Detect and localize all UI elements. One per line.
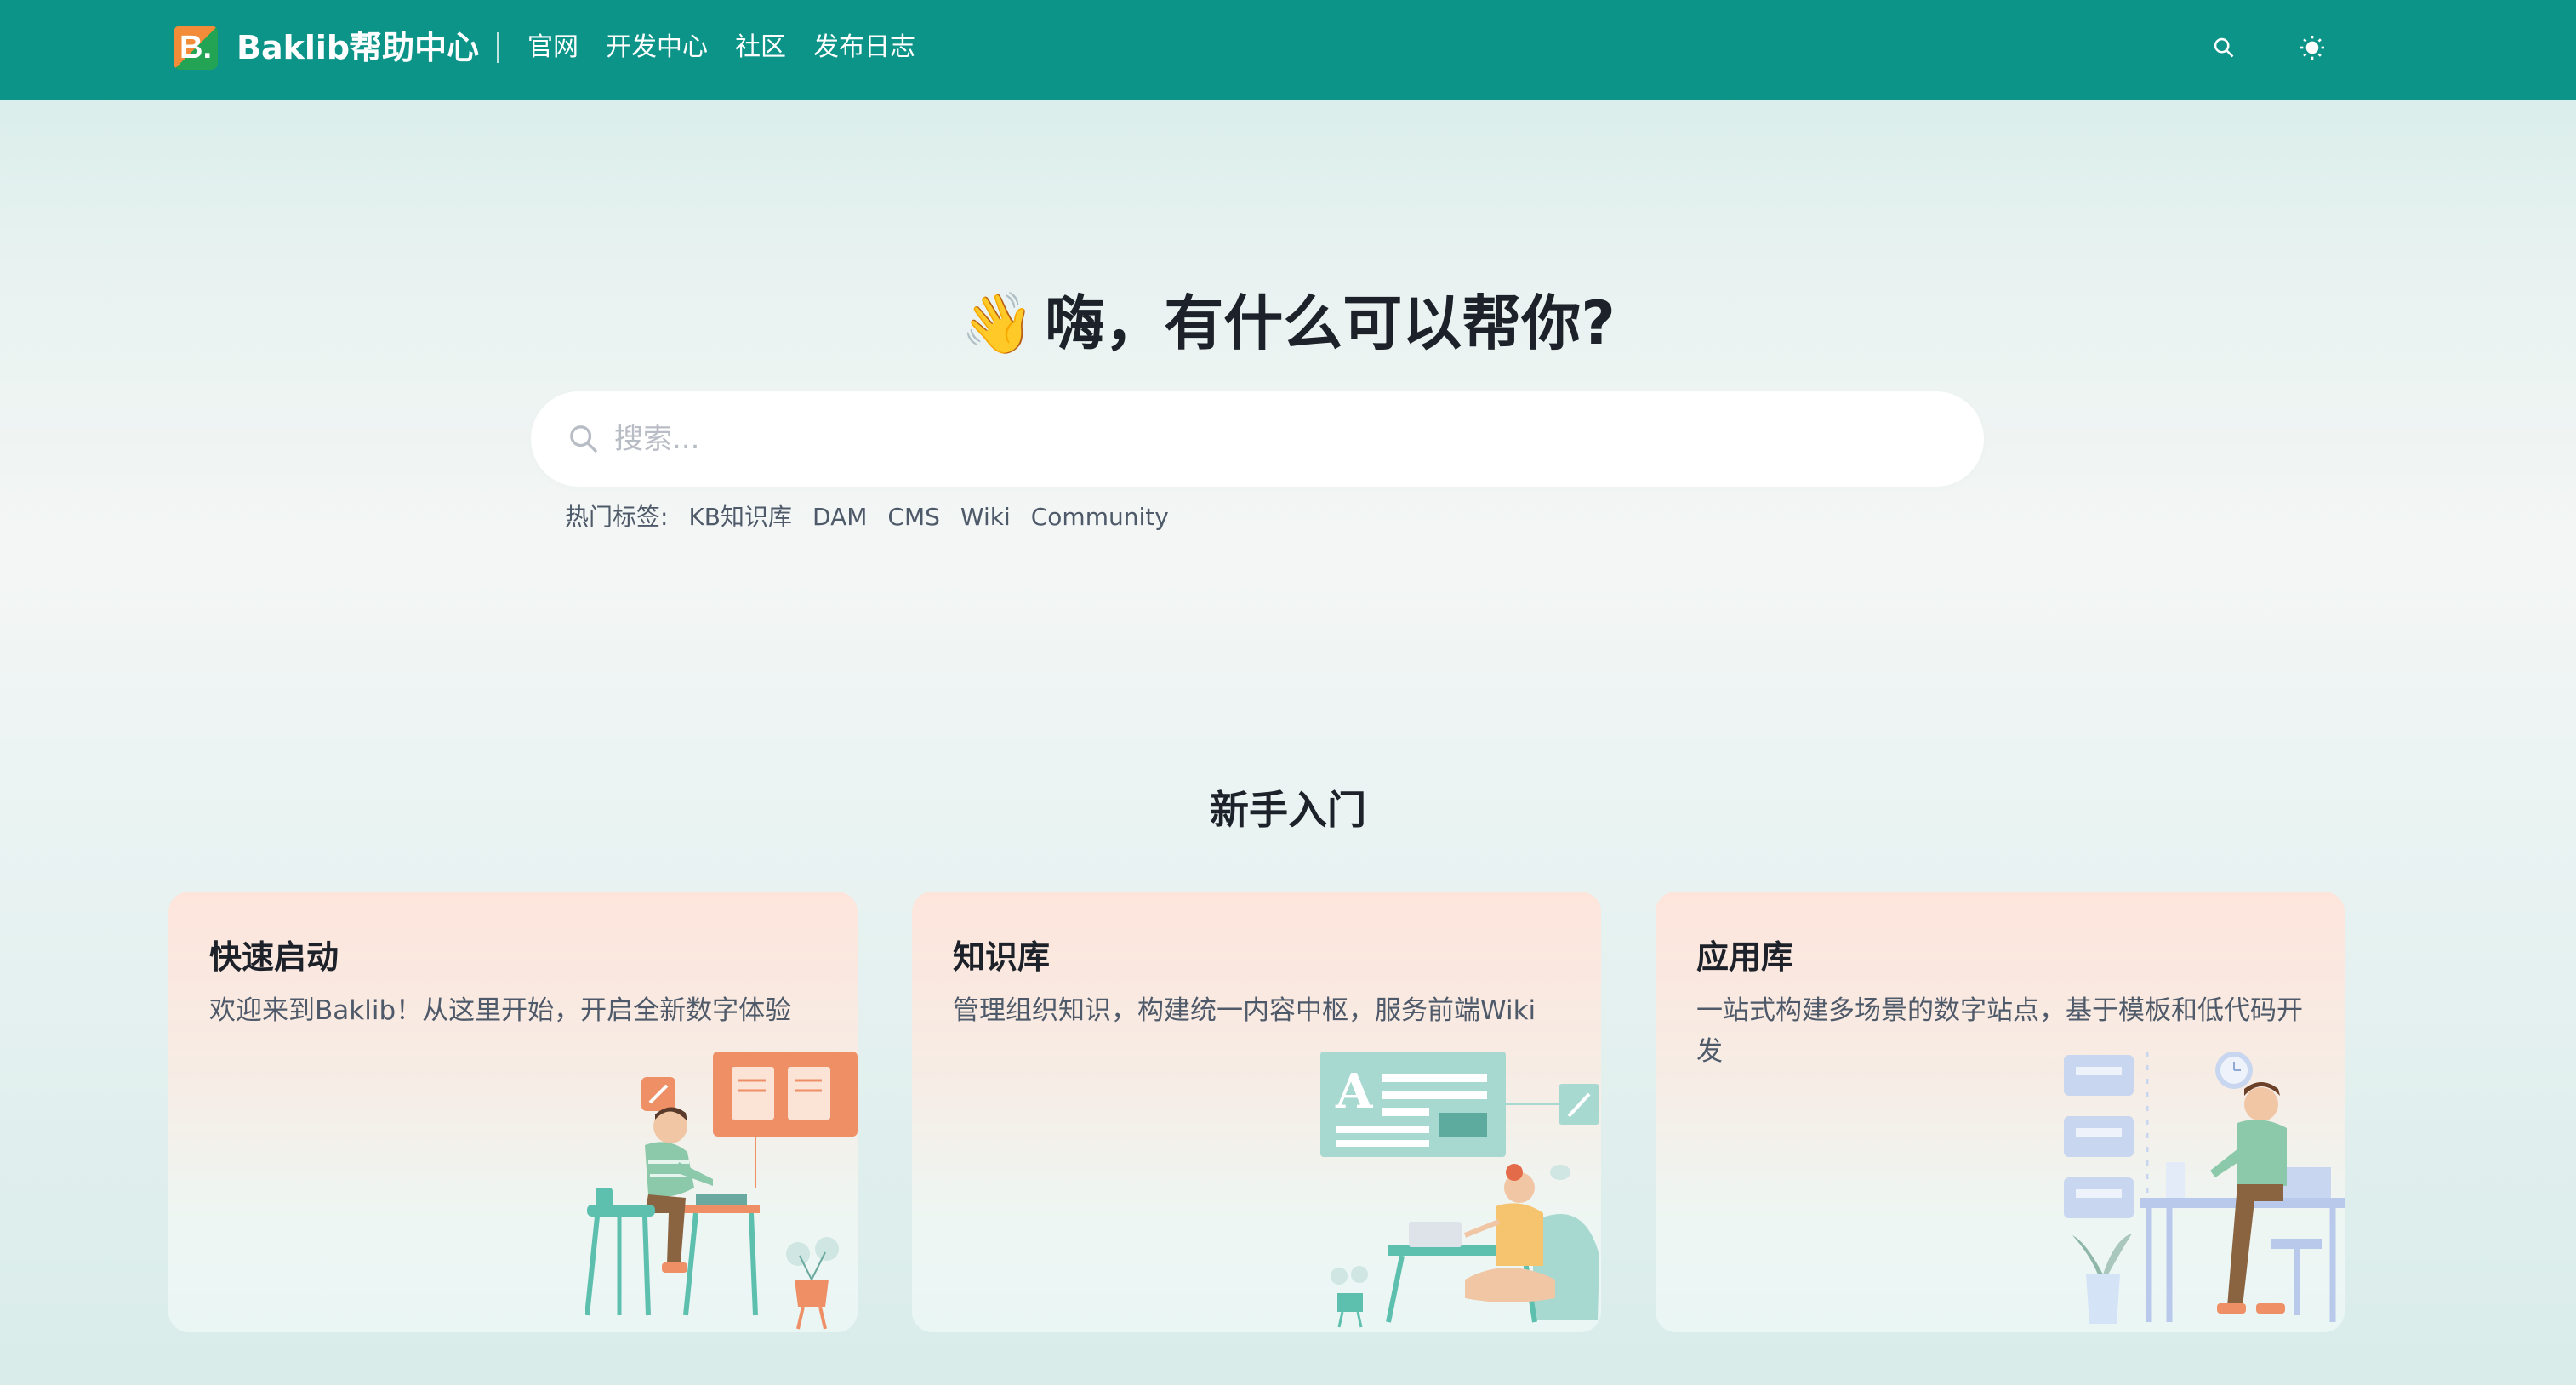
hot-tags: 热门标签: KB知识库 DAM CMS Wiki Community xyxy=(565,499,1169,536)
baklib-logo[interactable]: B. xyxy=(174,26,218,70)
sun-icon[interactable] xyxy=(2292,27,2333,68)
section-title: 新手入门 xyxy=(1210,787,1366,833)
hero-search-bar[interactable] xyxy=(531,391,1984,487)
hot-tags-label: 热门标签: xyxy=(565,503,669,531)
hero-title-text: 嗨，有什么可以帮你? xyxy=(1045,288,1616,358)
card-quick-start[interactable]: 快速启动 欢迎来到Baklib！从这里开始，开启全新数字体验 xyxy=(168,892,858,1332)
nav-item-community[interactable]: 社区 xyxy=(735,26,786,70)
tag-cms[interactable]: CMS xyxy=(887,499,939,536)
search-icon[interactable] xyxy=(2203,27,2244,68)
logo-letter: B. xyxy=(180,29,212,66)
tag-community[interactable]: Community xyxy=(1031,499,1169,536)
card-description: 管理组织知识，构建统一内容中枢，服务前端Wiki xyxy=(953,995,1536,1026)
waving-hand-icon: 👋 xyxy=(960,288,1035,358)
main-nav: 官网 开发中心 社区 发布日志 xyxy=(527,26,915,70)
nav-item-official-site[interactable]: 官网 xyxy=(527,26,578,70)
search-input[interactable] xyxy=(614,422,1984,456)
card-description: 欢迎来到Baklib！从这里开始，开启全新数字体验 xyxy=(209,995,792,1026)
tag-wiki[interactable]: Wiki xyxy=(960,499,1011,536)
person-at-desk-illustration xyxy=(585,1052,858,1330)
card-title: 知识库 xyxy=(953,938,1051,976)
hero-title: 👋 嗨，有什么可以帮你? xyxy=(0,281,2576,366)
person-with-laptop-illustration: A xyxy=(1320,1052,1599,1328)
developer-at-workstation-illustration xyxy=(2064,1052,2345,1324)
brand-title[interactable]: Baklib帮助中心 xyxy=(237,26,479,70)
tag-dam[interactable]: DAM xyxy=(812,499,867,536)
card-knowledge-base[interactable]: 知识库 管理组织知识，构建统一内容中枢，服务前端Wiki A xyxy=(912,892,1601,1332)
card-title: 快速启动 xyxy=(209,938,339,976)
top-navigation-bar: B. Baklib帮助中心 官网 开发中心 社区 发布日志 xyxy=(0,0,2576,100)
header-divider xyxy=(497,32,499,63)
tag-kb[interactable]: KB知识库 xyxy=(688,499,792,536)
svg-text:A: A xyxy=(1335,1063,1374,1120)
nav-item-dev-center[interactable]: 开发中心 xyxy=(606,26,708,70)
search-icon xyxy=(570,425,598,453)
card-title: 应用库 xyxy=(1696,938,1794,976)
card-app-library[interactable]: 应用库 一站式构建多场景的数字站点，基于模板和低代码开发 xyxy=(1656,892,2345,1332)
nav-item-release-log[interactable]: 发布日志 xyxy=(813,26,915,70)
